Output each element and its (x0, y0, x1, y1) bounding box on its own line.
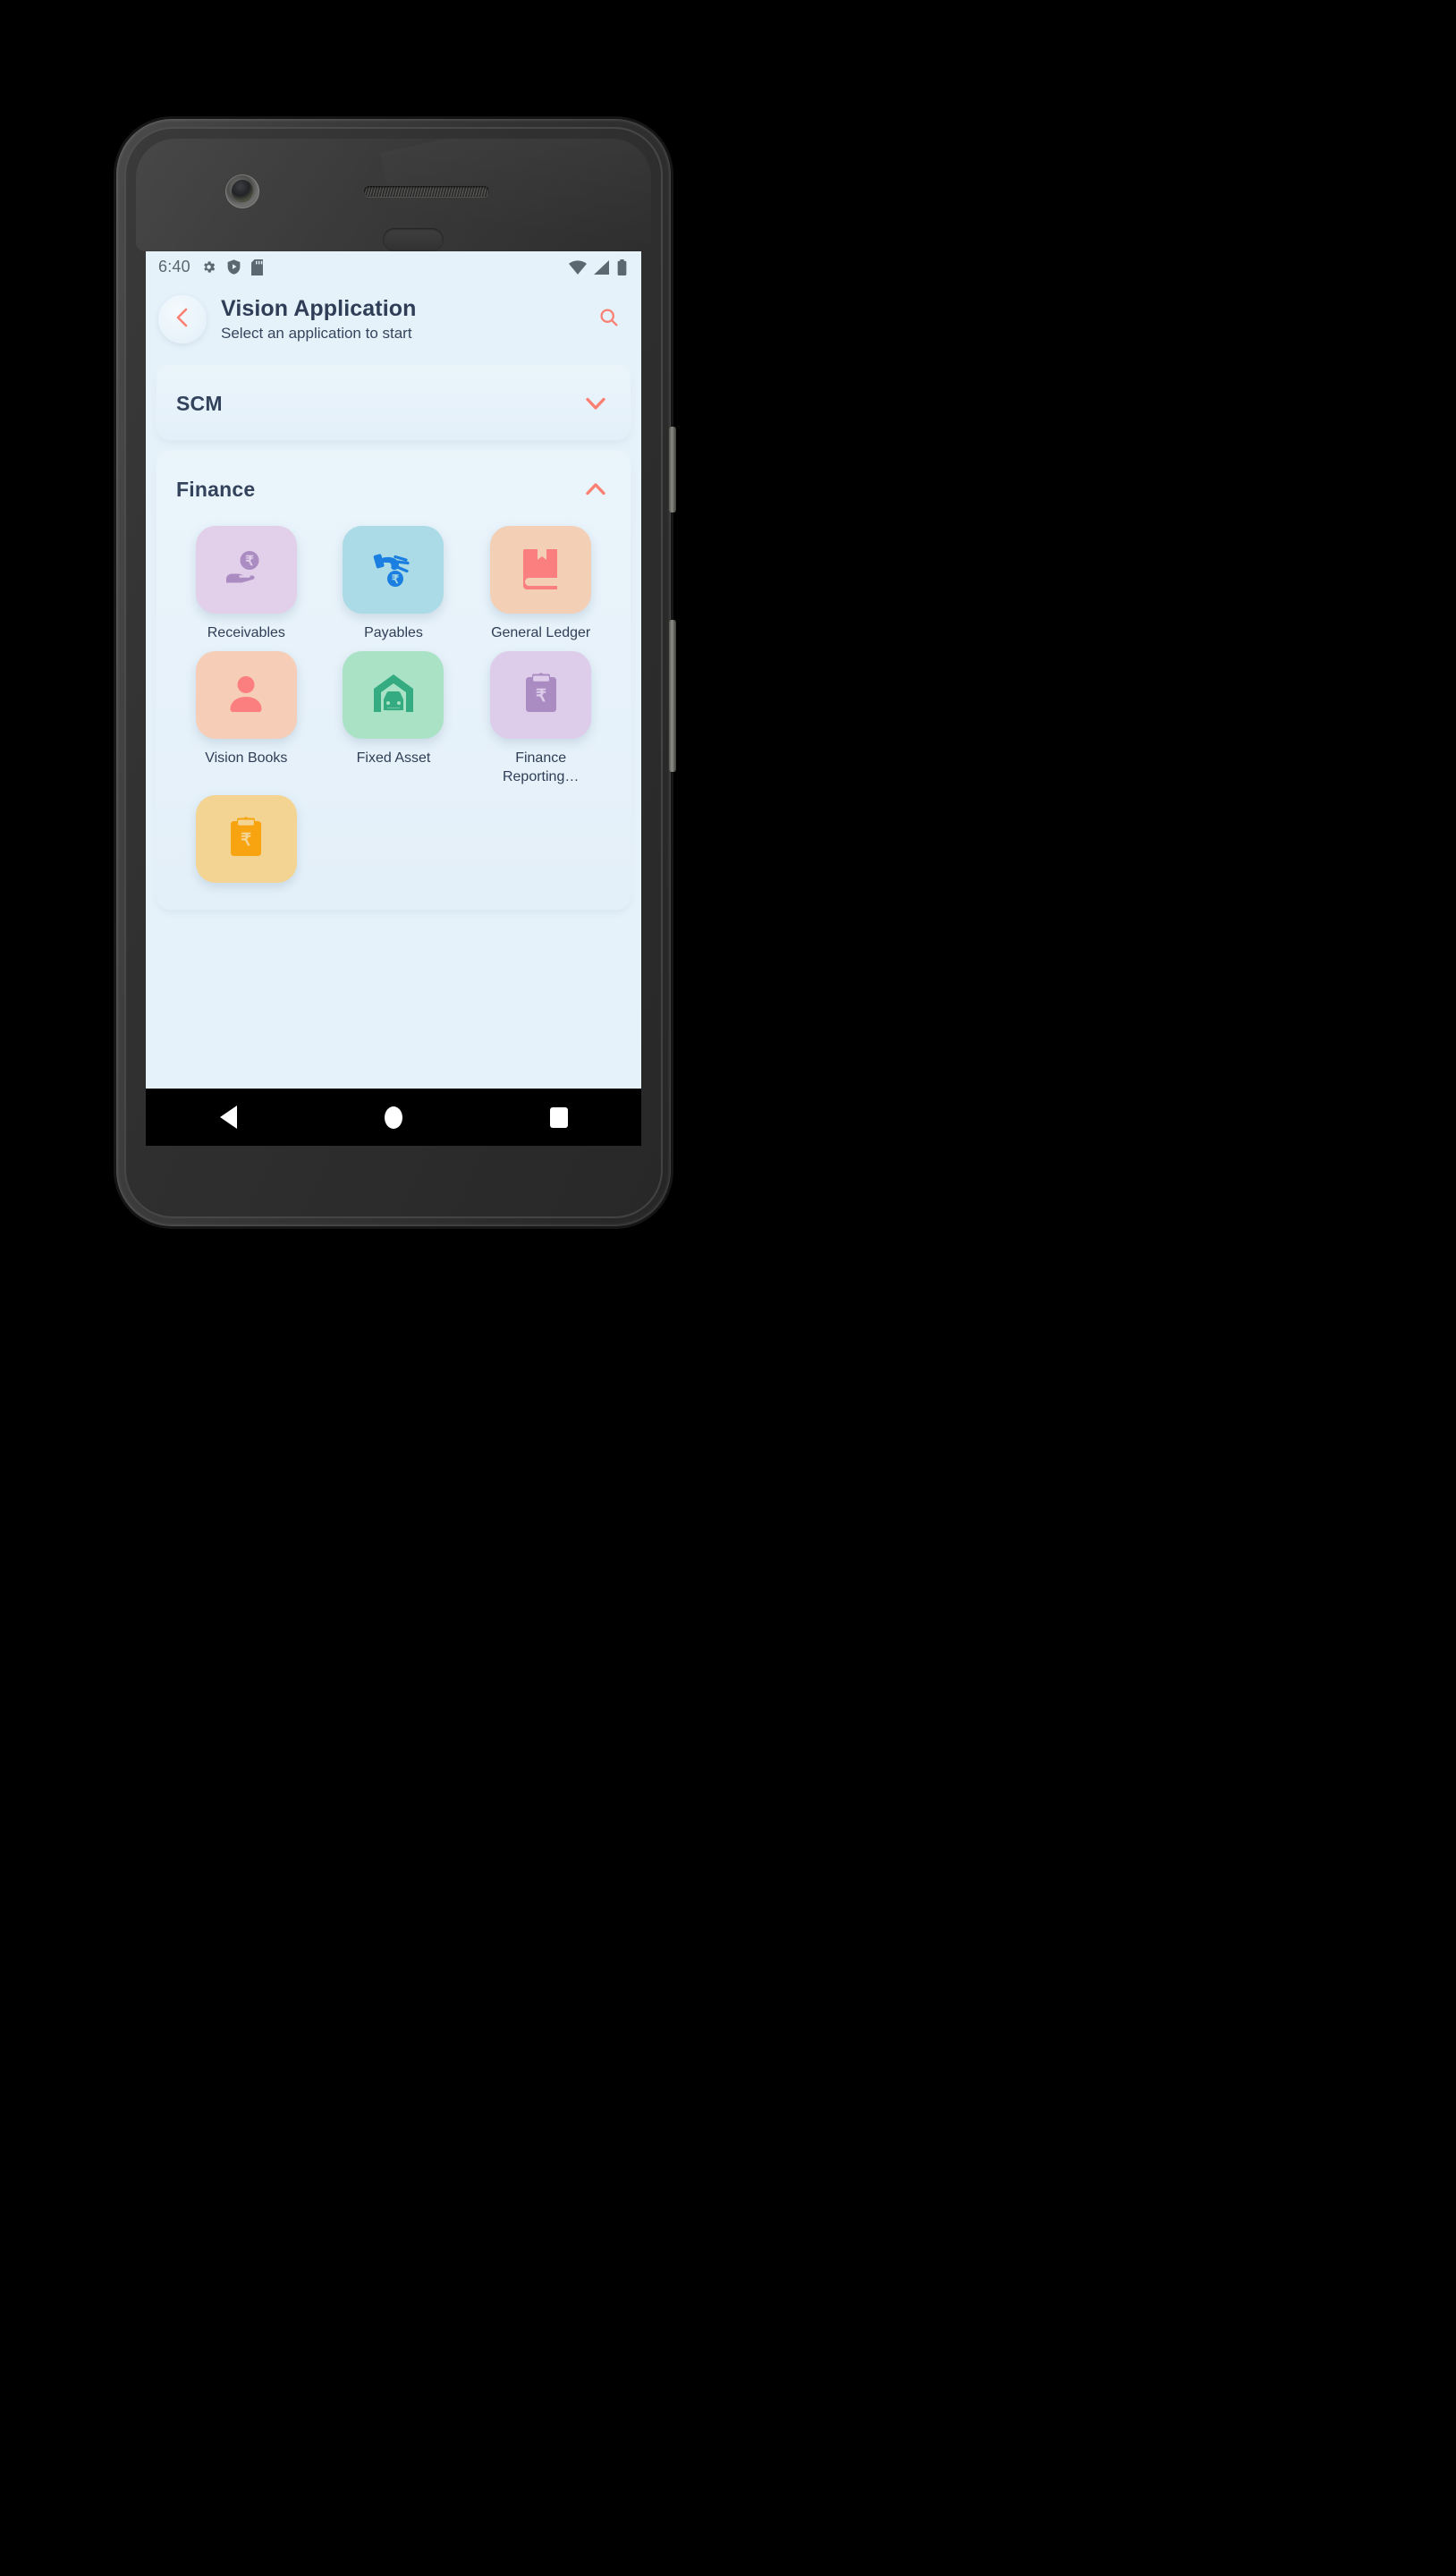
app-bar-titles: Vision Application Select an application… (221, 296, 417, 343)
section-card-scm: SCM (157, 367, 631, 440)
cellular-signal-icon (594, 259, 610, 275)
status-bar: 6:40 (146, 251, 641, 283)
phone-device-mockup: 6:40 Vision Application Select an applic… (116, 119, 676, 1226)
front-camera-icon (225, 174, 259, 208)
search-button[interactable] (591, 301, 627, 337)
status-bar-right-icons (569, 258, 627, 275)
proximity-sensor-notch (383, 228, 444, 251)
ledger-book-icon (521, 547, 561, 594)
page-subtitle: Select an application to start (221, 324, 412, 342)
screenshot-root: 6:40 Vision Application Select an applic… (0, 0, 1456, 2576)
section-title-finance: Finance (176, 477, 256, 501)
app-tile-bg: ₹ (195, 795, 297, 884)
battery-icon (617, 258, 627, 275)
volume-button[interactable] (669, 620, 676, 772)
app-label: Fixed Asset (356, 750, 431, 767)
app-label: Receivables (207, 625, 285, 640)
phone-screen: 6:40 Vision Application Select an applic… (146, 251, 641, 1146)
app-tile-vision-books[interactable]: Vision Books (173, 651, 320, 786)
app-label: Finance Reporting… (502, 750, 580, 784)
finance-app-grid: ₹ Receivables ₹ Payables General Ledger … (157, 526, 631, 910)
app-tile-payables[interactable]: ₹ Payables (320, 526, 468, 642)
person-icon (224, 672, 267, 719)
status-bar-time: 6:40 (158, 258, 190, 275)
clipboard-rupee-icon: ₹ (229, 817, 263, 862)
hand-holding-rupee-icon: ₹ (223, 545, 269, 596)
svg-text:₹: ₹ (241, 831, 251, 850)
app-tile-fixed-asset[interactable]: Fixed Asset (320, 651, 468, 786)
hand-dropping-rupee-icon: ₹ (370, 545, 417, 596)
app-tile-finance-reporting[interactable]: ₹ Finance Reporting… (467, 651, 614, 786)
clipboard-rupee-icon: ₹ (524, 673, 558, 718)
nav-recents-button[interactable] (549, 1106, 568, 1128)
app-tile-receivables[interactable]: ₹ Receivables (173, 526, 320, 642)
section-header-scm[interactable]: SCM (157, 367, 631, 440)
section-title-scm: SCM (176, 391, 223, 415)
app-tile-unlabeled[interactable]: ₹ (173, 795, 320, 894)
section-header-finance[interactable]: Finance (157, 453, 631, 526)
status-bar-left-icons (201, 258, 263, 275)
power-button[interactable] (669, 427, 676, 513)
search-icon (598, 307, 620, 333)
app-tile-bg: ₹ (343, 526, 444, 614)
back-button[interactable] (158, 295, 207, 343)
svg-text:₹: ₹ (392, 572, 400, 586)
app-tile-bg: ₹ (195, 526, 297, 614)
app-label: Payables (364, 625, 423, 640)
svg-text:₹: ₹ (246, 554, 255, 569)
app-tile-bg (490, 526, 592, 614)
page-title: Vision Application (221, 295, 417, 321)
device-top-bezel (136, 139, 651, 251)
nav-back-button[interactable] (219, 1106, 237, 1129)
gear-icon (201, 259, 216, 275)
android-nav-bar (146, 1089, 641, 1146)
app-bar: Vision Application Select an application… (146, 283, 641, 367)
shield-play-icon (227, 259, 241, 275)
section-card-finance: Finance ₹ Receivables ₹ Payables General… (157, 453, 631, 911)
app-label: General Ledger (491, 625, 591, 640)
chevron-down-icon[interactable] (580, 388, 611, 419)
app-tile-bg (343, 651, 444, 740)
app-label: Vision Books (205, 750, 288, 767)
svg-text:₹: ₹ (536, 687, 546, 706)
sd-card-icon (250, 258, 263, 275)
app-tile-bg: ₹ (490, 651, 592, 740)
nav-home-button[interactable] (384, 1106, 402, 1129)
garage-car-icon (371, 673, 416, 718)
wifi-icon (569, 259, 587, 275)
chevron-left-icon (173, 306, 192, 334)
app-tile-general-ledger[interactable]: General Ledger (467, 526, 614, 642)
chevron-up-icon[interactable] (580, 474, 611, 504)
app-tile-bg (195, 651, 297, 740)
earpiece-speaker-icon (364, 186, 489, 197)
